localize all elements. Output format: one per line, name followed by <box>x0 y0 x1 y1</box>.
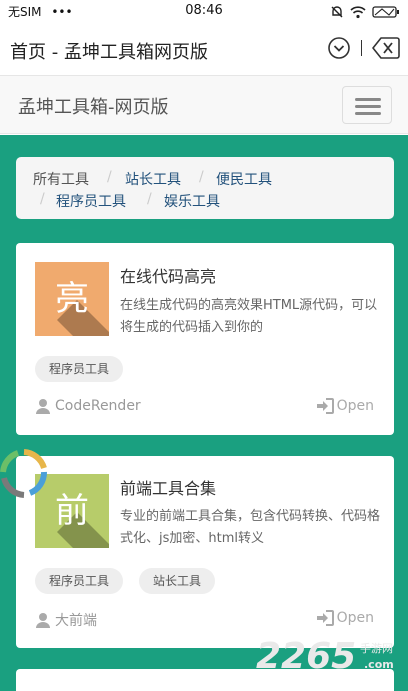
watermark-logo: 2265 手游网 .com <box>256 636 404 686</box>
tool-title[interactable]: 在线代码高亮 <box>120 263 216 287</box>
watermark-sub: 手游网 <box>360 642 393 655</box>
watermark-domain: .com <box>364 658 394 671</box>
tool-card[interactable]: 亮 在线代码高亮 在线生成代码的高亮效果HTML源代码，可以将生成的代码插入到你… <box>16 243 394 435</box>
tool-tag[interactable]: 程序员工具 <box>35 356 124 382</box>
browser-title-bar: 首页 - 孟坤工具箱网页版 <box>0 24 408 76</box>
breadcrumb-convenience-tools[interactable]: 便民工具 <box>216 169 272 189</box>
tool-description: 在线生成代码的高亮效果HTML源代码，可以将生成的代码插入到你的 <box>120 298 378 335</box>
mute-bell-icon <box>331 6 343 18</box>
chevron-down-icon[interactable] <box>327 36 351 60</box>
site-navbar: 孟坤工具箱-网页版 <box>0 76 408 134</box>
user-icon <box>36 613 50 628</box>
sign-in-icon <box>316 610 334 626</box>
toolbar-divider <box>361 40 362 56</box>
tool-author: 大前端 <box>35 610 97 630</box>
open-label: Open <box>336 610 374 626</box>
close-icon[interactable] <box>372 36 400 60</box>
open-tool-link[interactable]: Open <box>316 610 374 626</box>
menu-bar-icon <box>355 105 381 108</box>
breadcrumb-all-tools[interactable]: 所有工具 <box>33 169 89 189</box>
tool-author: CodeRender <box>35 398 141 414</box>
tool-card[interactable]: 前 前端工具合集 专业的前端工具合集，包含代码转换、代码格式化、js加密、htm… <box>16 456 394 648</box>
user-icon <box>36 399 50 414</box>
breadcrumb: 所有工具 / 站长工具 / 便民工具 / 程序员工具 / 娱乐工具 <box>16 157 394 219</box>
tool-title[interactable]: 前端工具合集 <box>120 475 216 499</box>
menu-bar-icon <box>355 98 381 101</box>
battery-icon <box>372 6 399 18</box>
menu-bar-icon <box>355 112 381 115</box>
tool-description: 专业的前端工具合集，包含代码转换、代码格式化、js加密、html转义 <box>120 509 381 546</box>
sign-in-icon <box>316 398 334 414</box>
menu-toggle-button[interactable] <box>342 86 392 124</box>
tool-author-name: CodeRender <box>55 398 141 414</box>
tool-tag[interactable]: 程序员工具 <box>35 568 124 594</box>
breadcrumb-separator: / <box>147 191 152 207</box>
site-brand[interactable]: 孟坤工具箱-网页版 <box>18 93 169 119</box>
loading-spinner-icon <box>0 449 47 498</box>
wifi-icon <box>350 6 366 19</box>
open-tool-link[interactable]: Open <box>316 398 374 414</box>
breadcrumb-separator: / <box>40 191 45 207</box>
breadcrumb-entertainment-tools[interactable]: 娱乐工具 <box>164 191 220 211</box>
status-bar: 无SIM ••• 08:46 <box>0 0 408 24</box>
breadcrumb-separator: / <box>199 169 204 185</box>
tool-thumbnail-glyph: 亮 <box>55 279 89 319</box>
main-content: 所有工具 / 站长工具 / 便民工具 / 程序员工具 / 娱乐工具 亮 在线代码… <box>0 135 408 691</box>
tool-author-name: 大前端 <box>55 613 97 629</box>
page-title: 首页 - 孟坤工具箱网页版 <box>10 42 208 63</box>
open-label: Open <box>336 398 374 414</box>
tool-tag[interactable]: 站长工具 <box>139 568 216 594</box>
watermark-number: 2265 <box>256 636 357 677</box>
breadcrumb-separator: / <box>107 169 112 185</box>
breadcrumb-webmaster-tools[interactable]: 站长工具 <box>125 169 181 189</box>
breadcrumb-programmer-tools[interactable]: 程序员工具 <box>56 191 126 211</box>
tool-thumbnail: 亮 <box>35 262 109 336</box>
